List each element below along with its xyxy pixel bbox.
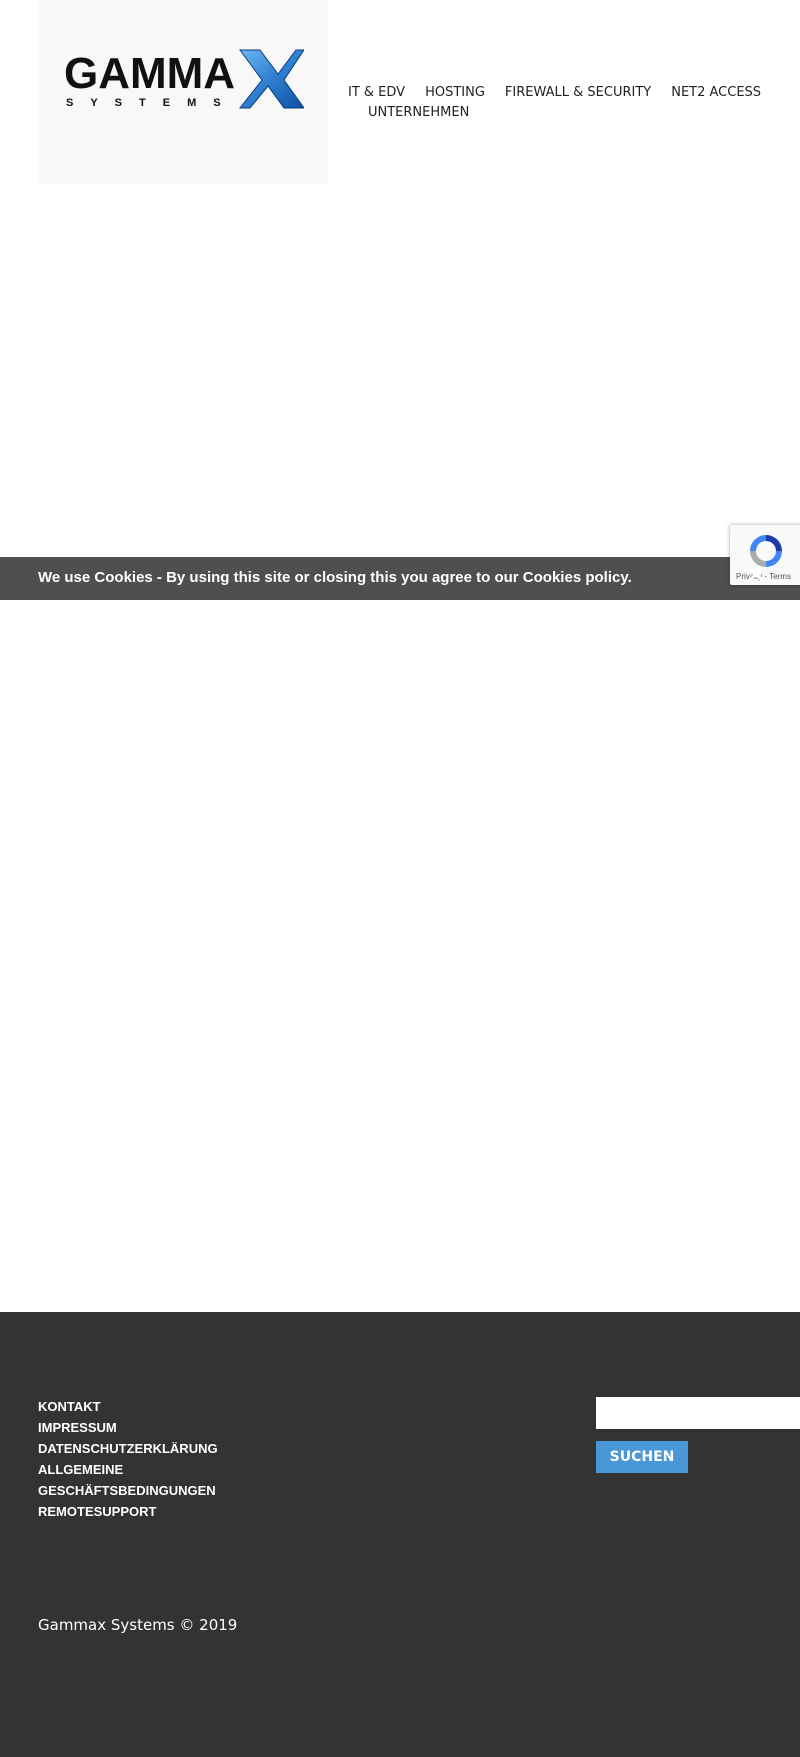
logo-wordmark: GAMMA xyxy=(64,49,235,98)
nav-item-it-edv[interactable]: IT & EDV xyxy=(348,85,405,100)
nav-item-unternehmen[interactable]: UNTERNEHMEN xyxy=(368,105,469,120)
logo-container[interactable]: GAMMA SYSTEMS xyxy=(38,0,328,184)
nav-row-1: IT & EDV HOSTING FIREWALL & SECURITY NET… xyxy=(348,82,761,102)
footer-link-kontakt[interactable]: KONTAKT xyxy=(38,1396,238,1417)
nav-item-firewall-security[interactable]: FIREWALL & SECURITY xyxy=(505,85,651,100)
copyright-text: Gammax Systems © 2019 xyxy=(38,1616,238,1634)
gammax-logo: GAMMA SYSTEMS xyxy=(64,49,304,109)
site-footer: KONTAKT IMPRESSUM DATENSCHUTZERKLÄRUNG A… xyxy=(0,1312,800,1757)
logo-tagline: SYSTEMS xyxy=(66,97,238,109)
footer-link-agb[interactable]: ALLGEMEINE GESCHÄFTSBEDINGUNGEN xyxy=(38,1459,218,1501)
logo-x-mark xyxy=(238,49,304,109)
footer-link-impressum[interactable]: IMPRESSUM xyxy=(38,1417,238,1438)
site-header: GAMMA SYSTEMS IT & EDV HOSTING FIREWALL … xyxy=(0,0,800,184)
footer-links: KONTAKT IMPRESSUM DATENSCHUTZERKLÄRUNG A… xyxy=(38,1396,238,1522)
nav-row-2: UNTERNEHMEN xyxy=(348,102,748,122)
footer-link-remotesupport[interactable]: REMOTESUPPORT xyxy=(38,1501,238,1522)
search-input[interactable] xyxy=(596,1397,800,1429)
recaptcha-icon xyxy=(750,535,782,567)
search-button[interactable]: SUCHEN xyxy=(596,1441,688,1473)
nav-item-net2-access[interactable]: NET2 ACCESS xyxy=(671,85,761,100)
cookie-message: We use Cookies - By using this site or c… xyxy=(38,569,632,586)
footer-link-datenschutz[interactable]: DATENSCHUTZERKLÄRUNG xyxy=(38,1438,238,1459)
recaptcha-badge[interactable]: Privacy - Terms xyxy=(730,525,800,585)
close-icon[interactable] xyxy=(748,566,764,582)
nav-item-hosting[interactable]: HOSTING xyxy=(425,85,485,100)
cookie-banner: We use Cookies - By using this site or c… xyxy=(0,557,800,600)
main-navigation: IT & EDV HOSTING FIREWALL & SECURITY NET… xyxy=(348,82,761,122)
